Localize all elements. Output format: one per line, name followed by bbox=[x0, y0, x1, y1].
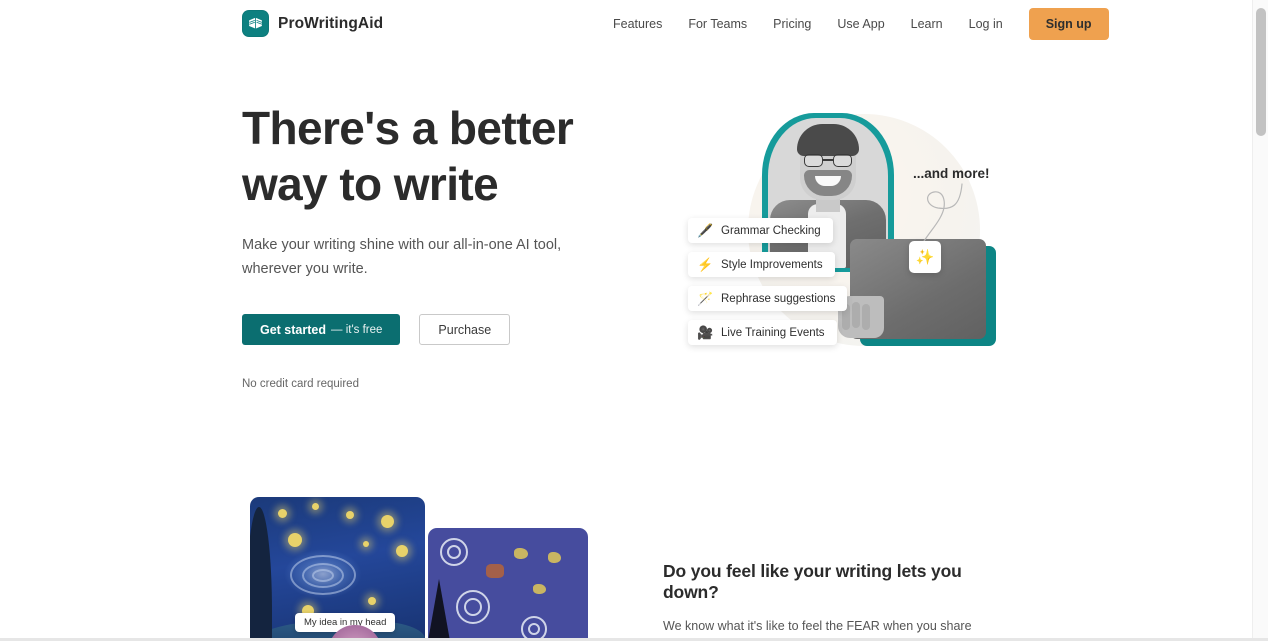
hero-title-line-2: way to write bbox=[242, 158, 499, 211]
magic-wand-icon: 🪄 bbox=[697, 291, 714, 306]
nav-links: Features For Teams Pricing Use App Learn… bbox=[600, 0, 1109, 48]
nav-item-use-app[interactable]: Use App bbox=[824, 11, 897, 37]
hero-text-block: There's a better way to write Make your … bbox=[242, 100, 642, 390]
hero-title-line-1: There's a better bbox=[242, 102, 574, 154]
feature-card-grammar-checking[interactable]: 🖋️ Grammar Checking bbox=[688, 218, 833, 243]
purchase-button[interactable]: Purchase bbox=[419, 314, 511, 346]
get-started-button[interactable]: Get started — it's free bbox=[242, 314, 401, 346]
feature-label: Live Training Events bbox=[721, 326, 825, 339]
lightning-bolt-icon: ⚡ bbox=[697, 257, 714, 272]
feature-label: Rephrase suggestions bbox=[721, 292, 836, 305]
page-title: There's a better way to write bbox=[242, 100, 642, 212]
scrollbar-thumb[interactable] bbox=[1256, 8, 1266, 136]
page-scrollbar[interactable] bbox=[1252, 0, 1268, 641]
and-more-label: ...and more! bbox=[913, 166, 990, 181]
feature-label: Grammar Checking bbox=[721, 224, 821, 237]
feature-card-live-training-events[interactable]: 🎥 Live Training Events bbox=[688, 320, 837, 345]
nav-item-learn[interactable]: Learn bbox=[898, 11, 956, 37]
crude-drawing-image bbox=[428, 528, 588, 641]
feature-card-style-improvements[interactable]: ⚡ Style Improvements bbox=[688, 252, 835, 277]
feature-card-rephrase-suggestions[interactable]: 🪄 Rephrase suggestions bbox=[688, 286, 848, 311]
section-heading: Do you feel like your writing lets you d… bbox=[663, 561, 962, 602]
no-credit-card-note: No credit card required bbox=[242, 378, 359, 391]
nav-item-for-teams[interactable]: For Teams bbox=[675, 11, 760, 37]
pen-icon: 🖋️ bbox=[697, 223, 714, 238]
page-root: ProWritingAid Features For Teams Pricing… bbox=[0, 0, 1268, 641]
nav-item-pricing[interactable]: Pricing bbox=[760, 11, 824, 37]
lower-copy-block: Do you feel like your writing lets you d… bbox=[663, 561, 1018, 641]
book-pages-icon bbox=[242, 10, 269, 37]
top-navigation-bar: ProWritingAid Features For Teams Pricing… bbox=[0, 0, 1252, 48]
hero-illustration: ...and more! ✨ 🖋️ Grammar Checking ⚡ Sty… bbox=[660, 96, 1020, 396]
feature-label: Style Improvements bbox=[721, 258, 823, 271]
get-started-label: Get started bbox=[260, 322, 326, 337]
hero-cta-group: Get started — it's free Purchase bbox=[242, 314, 642, 346]
sparkles-icon: ✨ bbox=[909, 241, 941, 273]
starry-night-image: My idea in my head bbox=[250, 497, 425, 641]
brand-name: ProWritingAid bbox=[278, 14, 384, 32]
movie-camera-icon: 🎥 bbox=[697, 325, 714, 340]
brand-logo-link[interactable]: ProWritingAid bbox=[242, 10, 383, 37]
sign-up-button[interactable]: Sign up bbox=[1028, 8, 1109, 40]
nav-item-log-in[interactable]: Log in bbox=[956, 11, 1016, 37]
feature-card-list: 🖋️ Grammar Checking ⚡ Style Improvements… bbox=[688, 218, 868, 354]
glasses-icon bbox=[804, 154, 852, 167]
nav-item-features[interactable]: Features bbox=[600, 11, 675, 37]
hero-subtitle: Make your writing shine with our all-in-… bbox=[242, 237, 562, 277]
get-started-sublabel: — it's free bbox=[331, 323, 383, 336]
